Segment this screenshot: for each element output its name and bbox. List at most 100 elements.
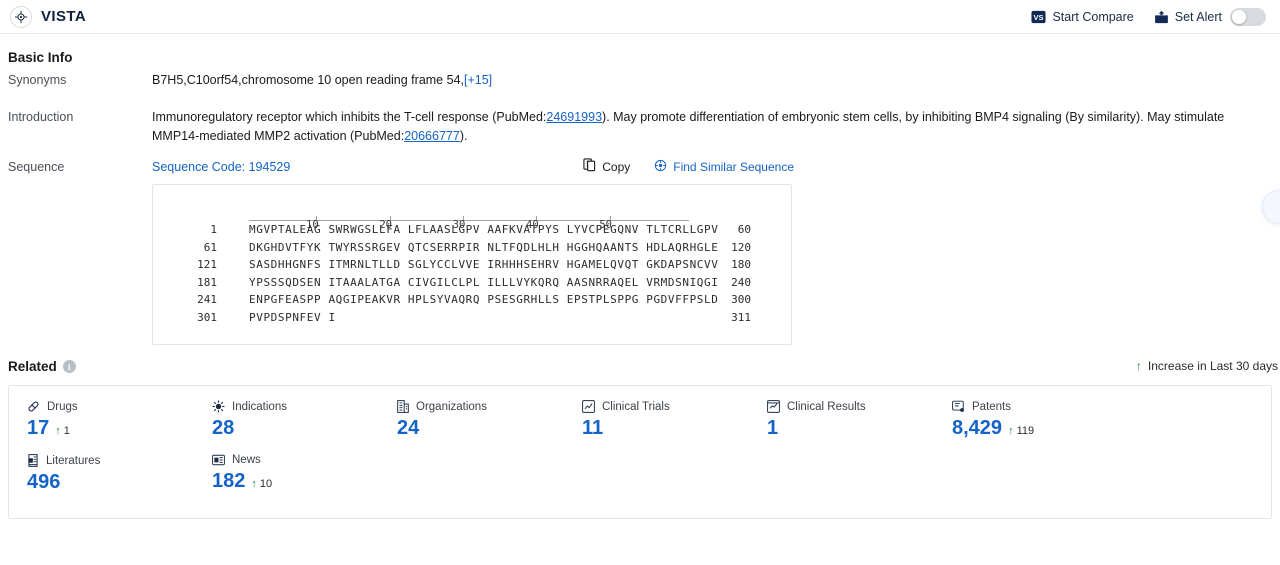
stat-header: Clinical Trials: [582, 400, 749, 413]
arrow-up-icon: ↑: [251, 478, 257, 490]
sequence-label: Sequence: [8, 160, 65, 174]
clinical-result-icon: [767, 400, 780, 413]
sequence-line-end: 311: [731, 310, 751, 324]
find-similar-sequence-button[interactable]: Find Similar Sequence: [654, 159, 794, 175]
set-alert-toggle[interactable]: [1230, 7, 1266, 26]
header-actions: VS Start Compare Set Alert: [1031, 7, 1266, 26]
related-stat-card[interactable]: Organizations 24: [379, 400, 564, 440]
stat-header: Literatures: [27, 454, 194, 467]
find-similar-icon: [654, 159, 667, 175]
sequence-main: Sequence Code: 194529 Copy Find Similar …: [152, 158, 1280, 345]
sequence-line-letters: YPSSSQDSEN ITAAALATGA CIVGILCLPL ILLLVYK…: [249, 275, 719, 289]
stat-value-row: 24: [397, 417, 564, 440]
ruler-tick-mark: [389, 216, 391, 220]
stat-delta: ↑ 119: [1008, 425, 1034, 437]
patent-icon: [952, 400, 965, 413]
related-stat-card[interactable]: News 182 ↑ 10: [194, 454, 379, 494]
sequence-line: 181 YPSSSQDSEN ITAAALATGA CIVGILCLPL ILLL…: [153, 274, 791, 292]
introduction-value: Immunoregulatory receptor which inhibits…: [152, 108, 1280, 146]
stat-value-row: 11: [582, 417, 749, 440]
sequence-line: 241 ENPGFEASPP AQGIPEAKVR HPLSYVAQRQ PSES…: [153, 291, 791, 309]
start-compare-button[interactable]: VS Start Compare: [1031, 10, 1134, 24]
stat-header: Patents: [952, 400, 1119, 413]
introduction-label: Introduction: [8, 110, 74, 124]
copy-icon: [583, 158, 596, 175]
stat-value[interactable]: 496: [27, 471, 60, 494]
find-similar-label: Find Similar Sequence: [673, 159, 794, 174]
sequence-line-end: 300: [731, 293, 751, 306]
related-stat-card[interactable]: Patents 8,429 ↑ 119: [934, 400, 1119, 440]
building-org-icon: [397, 400, 409, 413]
vs-compare-icon: VS: [1031, 10, 1046, 24]
sequence-line-end: 60: [737, 223, 751, 236]
stat-value[interactable]: 17: [27, 417, 49, 440]
stat-label: Clinical Trials: [602, 400, 670, 413]
news-icon: [212, 454, 225, 466]
brand[interactable]: VISTA: [10, 5, 87, 28]
related-section: Related i ↑ Increase in Last 30 days Dru…: [0, 345, 1280, 519]
stat-delta-value: 1: [63, 425, 70, 437]
sequence-line-start: 61: [203, 240, 217, 254]
sequence-line-letters: ENPGFEASPP AQGIPEAKVR HPLSYVAQRQ PSESGRH…: [249, 293, 719, 306]
sequence-line-start: 121: [197, 258, 217, 271]
stat-value[interactable]: 8,429: [952, 417, 1002, 440]
related-stat-card[interactable]: Clinical Trials 11: [564, 400, 749, 440]
virus-indication-icon: [212, 400, 225, 413]
related-stat-card[interactable]: Literatures 496: [9, 454, 194, 494]
stat-value-row: 17 ↑ 1: [27, 417, 194, 440]
stat-delta: ↑ 10: [251, 478, 272, 490]
basic-info-heading: Basic Info: [8, 50, 73, 65]
pubmed-link-1[interactable]: 24691993: [546, 110, 602, 124]
arrow-up-icon: ↑: [1135, 359, 1142, 373]
pubmed-link-2[interactable]: 20666777: [404, 129, 460, 143]
stat-value[interactable]: 11: [582, 417, 603, 440]
stat-value-row: 1: [767, 417, 934, 440]
sequence-code[interactable]: Sequence Code: 194529: [152, 160, 290, 174]
related-stat-card[interactable]: Drugs 17 ↑ 1: [9, 400, 194, 440]
stat-header: Drugs: [27, 400, 194, 413]
svg-text:VS: VS: [1034, 13, 1044, 22]
stat-value-row: 28: [212, 417, 379, 440]
related-stat-card[interactable]: Clinical Results 1: [749, 400, 934, 440]
sequence-line: 61 DKGHDVTFYK TWYRSSRGEV QTCSERRPIR NLTFQ…: [153, 239, 791, 257]
related-cards-container: Drugs 17 ↑ 1 Indications 28 Organizations 24 Cli…: [8, 385, 1272, 519]
ruler-tick-mark: [463, 216, 464, 220]
stat-value[interactable]: 182: [212, 470, 245, 493]
set-alert-button[interactable]: Set Alert: [1154, 7, 1266, 26]
arrow-up-icon: ↑: [1008, 425, 1014, 437]
stat-label: Organizations: [416, 400, 487, 413]
alert-bell-icon: [1154, 10, 1169, 24]
stat-label: Clinical Results: [787, 400, 866, 413]
increase-note-label: Increase in Last 30 days: [1147, 359, 1278, 373]
stat-label: Drugs: [47, 400, 78, 413]
increase-note: ↑ Increase in Last 30 days: [1136, 359, 1278, 373]
stat-value[interactable]: 24: [397, 417, 419, 440]
top-header-bar: VISTA VS Start Compare Set Alert: [0, 0, 1280, 34]
sequence-lines: 1 MGVPTALEAG SWRWGSLLFA LFLAASLGPV AAFKVA…: [153, 221, 791, 326]
sequence-tools: Copy Find Similar Sequence: [583, 158, 1280, 175]
sequence-line: 301 PVPDSPNFEV I 311: [153, 309, 791, 327]
related-stat-card[interactable]: Indications 28: [194, 400, 379, 440]
stat-value-row: 8,429 ↑ 119: [952, 417, 1119, 440]
synonyms-value: B7H5,C10orf54,chromosome 10 open reading…: [152, 71, 1280, 90]
synonyms-more-link[interactable]: [+15]: [464, 73, 492, 87]
sequence-line-letters: SASDHHGNFS ITMRNLTLLD SGLYCCLVVE IRHHHSE…: [249, 258, 719, 271]
stat-header: Clinical Results: [767, 400, 934, 413]
stat-label: News: [232, 454, 261, 466]
related-heading: Related: [8, 359, 57, 374]
synonyms-label: Synonyms: [8, 73, 67, 87]
intro-text-3: ).: [459, 129, 468, 143]
sequence-header: Sequence Code: 194529 Copy Find Similar …: [152, 158, 1280, 175]
copy-sequence-button[interactable]: Copy: [583, 158, 630, 175]
sequence-line: 1 MGVPTALEAG SWRWGSLLFA LFLAASLGPV AAFKVA…: [153, 221, 791, 239]
page-content: Basic Info Synonyms B7H5,C10orf54,chromo…: [0, 34, 1280, 519]
stat-value[interactable]: 28: [212, 417, 234, 440]
sequence-line-start: 1: [210, 223, 217, 236]
page-title: VISTA: [41, 8, 87, 25]
stat-header: Indications: [212, 400, 379, 413]
info-icon[interactable]: i: [62, 360, 76, 373]
stat-value[interactable]: 1: [767, 417, 778, 440]
stat-label: Patents: [972, 400, 1011, 413]
sequence-row: Sequence Sequence Code: 194529 Copy Find…: [0, 146, 1280, 345]
arrow-up-icon: ↑: [55, 425, 61, 437]
